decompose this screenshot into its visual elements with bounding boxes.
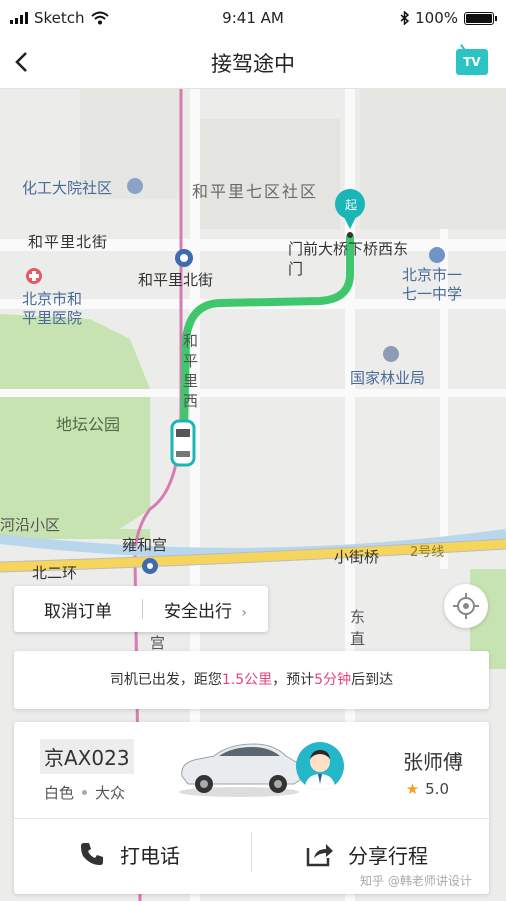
call-button[interactable]: 打电话 (78, 826, 180, 882)
map-label-yonghegong: 雍和宫 (122, 536, 168, 554)
notice-middle: ，预计 (272, 672, 315, 688)
map-label-beierhuan: 北二环 (32, 564, 78, 582)
chevron-right-icon: › (241, 604, 247, 621)
notice-eta: 5分钟 (314, 672, 352, 688)
safety-button[interactable]: 安全出行 › (143, 597, 268, 622)
map-label-school-1: 北京市一 (402, 266, 463, 284)
notice-suffix: 后到达 (351, 672, 394, 688)
map-label-huagong: 化工大院社区 (22, 179, 113, 197)
battery-icon (464, 11, 497, 25)
map-label-hospital-1: 北京市和 (22, 290, 83, 308)
status-notice: 司机已出发，距您1.5公里，预计5分钟后到达 (14, 651, 489, 709)
order-action-bar: 取消订单 安全出行 › (14, 586, 268, 632)
map-label-dongzhi-2: 直 (350, 630, 366, 648)
map-label-heping7: 和平里七区社区 (192, 182, 319, 201)
locate-button[interactable] (444, 584, 488, 628)
map-label-heyan: 河沿小区 (0, 516, 61, 534)
watermark: 知乎 @韩老师讲设计 (360, 874, 472, 888)
map-label-hepingbei-station: 和平里北街 (138, 271, 214, 289)
car-info: 白色 大众 (44, 782, 125, 803)
map-label-school-2: 七一中学 (402, 285, 463, 303)
map-label-heping-v4: 西 (183, 392, 199, 410)
driver-name: 张师傅 (403, 750, 463, 774)
map-label-ditan: 地坛公园 (56, 415, 121, 434)
map-label-menqian: 门前大桥下桥西东 (288, 240, 409, 258)
license-plate: 京AX023 (40, 739, 134, 774)
call-label: 打电话 (120, 843, 180, 868)
notice-distance: 1.5公里 (221, 672, 273, 688)
card-divider (14, 818, 489, 819)
map-label-gongwang: 宫 (150, 634, 166, 652)
navigation-bar: 接驾途中 TV (0, 36, 506, 89)
button-divider (251, 832, 252, 872)
share-label: 分享行程 (348, 843, 428, 868)
safety-label: 安全出行 (163, 601, 232, 622)
map-label-forestry: 国家林业局 (350, 369, 426, 387)
car-image (179, 743, 301, 797)
rating-value: 5.0 (425, 780, 449, 798)
locate-crosshair-icon (453, 593, 479, 619)
separator-dot (82, 790, 88, 795)
map-label-menqian-2: 门 (288, 260, 304, 278)
map-label-hepingbei-street: 和平里北街 (28, 233, 109, 251)
map-label-heping-v3: 里 (183, 372, 199, 390)
cancel-order-button[interactable]: 取消订单 (14, 597, 142, 622)
map-label-line2: 2号线 (410, 545, 445, 560)
share-icon (306, 844, 333, 867)
driver-card: 京AX023 白色 大众 张师傅 ★ 5.0 打电话 分享行程 (14, 722, 489, 894)
map-label-hospital-2: 平里医院 (22, 309, 83, 327)
map-label-heping-v1: 和 (183, 332, 199, 350)
status-bar: Sketch 9:41 AM 100% (0, 0, 506, 36)
battery-group: 100% (400, 9, 497, 27)
star-icon: ★ (405, 780, 420, 798)
driver-portrait-icon (304, 750, 336, 790)
phone-icon (81, 843, 103, 865)
battery-percent: 100% (415, 9, 458, 27)
page-title: 接驾途中 (211, 52, 295, 76)
car-model: 大众 (95, 784, 126, 802)
map-label-dongzhi-1: 东 (350, 608, 366, 626)
tv-button[interactable]: TV (456, 49, 488, 75)
start-marker-label: 起 (345, 198, 358, 212)
driver-rating: ★ 5.0 (406, 780, 449, 798)
map-label-xiaojieqiao: 小街桥 (334, 548, 380, 566)
driver-avatar[interactable] (296, 742, 344, 790)
notice-prefix: 司机已出发，距您 (109, 672, 222, 688)
car-color: 白色 (44, 784, 75, 802)
bluetooth-icon (400, 11, 410, 25)
map-label-heping-v2: 平 (183, 352, 199, 370)
